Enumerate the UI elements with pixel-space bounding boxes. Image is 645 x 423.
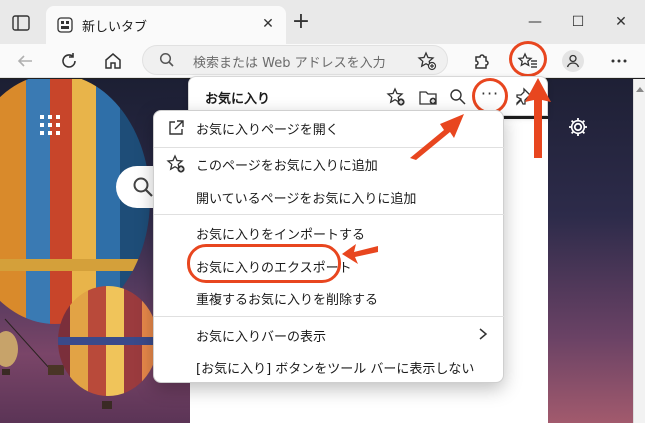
extensions-icon[interactable] — [468, 48, 494, 74]
scrollbar[interactable] — [633, 79, 645, 423]
search-favorites-icon[interactable] — [447, 86, 469, 108]
menu-item-label: 重複するお気に入りを削除する — [196, 293, 379, 308]
refresh-icon[interactable] — [56, 48, 82, 74]
add-page-to-favorites-icon[interactable] — [385, 86, 407, 108]
address-bar[interactable]: 検索または Web アドレスを入力 — [142, 45, 448, 75]
favorites-highlight-ring — [509, 41, 547, 77]
back-icon[interactable] — [12, 48, 38, 74]
add-favorite-star-icon[interactable] — [417, 51, 437, 71]
home-icon[interactable] — [100, 48, 126, 74]
menu-item-show-favorites-bar[interactable]: お気に入りバーの表示 — [154, 320, 505, 350]
new-tab-button[interactable]: + — [290, 11, 312, 34]
maximize-icon[interactable]: ☐ — [563, 10, 593, 34]
search-icon — [159, 52, 175, 68]
external-link-icon — [166, 118, 186, 138]
close-window-icon[interactable]: ✕ — [606, 10, 636, 34]
add-folder-icon[interactable] — [417, 86, 439, 108]
menu-divider — [154, 214, 505, 215]
annotation-arrow-icon — [410, 114, 464, 160]
tab-new-tab[interactable]: 新しいタブ ✕ — [46, 6, 286, 44]
more-options-icon[interactable]: ··· — [475, 85, 505, 107]
chevron-right-icon — [477, 327, 489, 341]
more-options-highlight-ring[interactable]: ··· — [472, 78, 508, 114]
background-image-right — [548, 79, 633, 423]
address-placeholder: 検索または Web アドレスを入力 — [193, 56, 386, 71]
new-tab-icon — [56, 16, 74, 34]
annotation-arrow-icon — [525, 78, 551, 158]
profile-avatar[interactable] — [560, 48, 586, 74]
scroll-up-icon[interactable] — [636, 87, 644, 92]
menu-item-remove-duplicates[interactable]: 重複するお気に入りを削除する — [154, 283, 505, 313]
tab-title: 新しいタブ — [82, 20, 148, 35]
menu-item-label: お気に入りページを開く — [196, 123, 339, 138]
export-highlight-ring — [187, 244, 341, 283]
menu-item-label: このページをお気に入りに追加 — [196, 159, 378, 174]
gear-icon[interactable] — [567, 116, 589, 138]
tab-actions-icon[interactable] — [8, 10, 34, 36]
minimize-icon[interactable]: — — [520, 10, 550, 34]
menu-item-add-open-pages[interactable]: 開いているページをお気に入りに追加 — [154, 182, 505, 212]
menu-divider — [154, 316, 505, 317]
star-add-icon — [166, 154, 186, 174]
menu-item-label: お気に入りバーの表示 — [196, 330, 327, 345]
menu-item-hide-favorites-button[interactable]: [お気に入り] ボタンをツール バーに表示しない — [154, 352, 505, 382]
close-tab-icon[interactable]: ✕ — [258, 14, 278, 34]
annotation-arrow-icon — [342, 244, 378, 264]
apps-grid-icon[interactable] — [38, 113, 62, 137]
search-icon — [132, 176, 154, 198]
menu-item-label: 開いているページをお気に入りに追加 — [196, 192, 417, 207]
title-bar: 新しいタブ ✕ + — ☐ ✕ — [0, 0, 645, 44]
favorites-panel-title: お気に入り — [205, 92, 271, 107]
toolbar: 検索または Web アドレスを入力 — [0, 44, 645, 78]
menu-item-label: [お気に入り] ボタンをツール バーに表示しない — [196, 362, 475, 377]
settings-more-icon[interactable] — [606, 48, 632, 74]
